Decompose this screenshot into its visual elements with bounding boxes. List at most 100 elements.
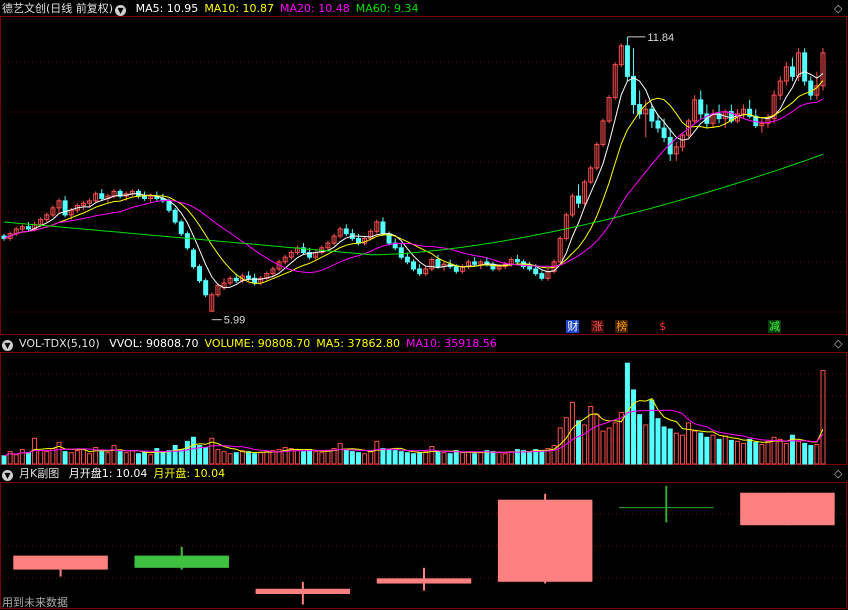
diamond-icon[interactable]: ◇ xyxy=(834,467,842,480)
volume-bar xyxy=(453,450,459,465)
candle-body xyxy=(190,249,196,268)
volume-bar xyxy=(337,442,343,465)
volume-bar xyxy=(502,453,508,465)
volume-bar xyxy=(576,420,582,465)
candle-body xyxy=(453,266,459,272)
volume-bar xyxy=(753,441,759,465)
volume-bar xyxy=(472,453,478,465)
monthly-indicator-name[interactable]: 月K副图 xyxy=(19,467,59,480)
candle-body xyxy=(624,45,630,77)
volume-bar xyxy=(386,449,392,465)
volume-bar xyxy=(747,438,753,465)
month-candle-body xyxy=(13,555,108,570)
volume-bar xyxy=(447,453,453,465)
volume-bar xyxy=(56,441,62,465)
volume-bar xyxy=(87,453,93,465)
volume-bar xyxy=(184,440,190,465)
event-tag[interactable]: 财 xyxy=(566,320,580,333)
event-tag[interactable]: $ xyxy=(658,320,668,333)
volume-bar xyxy=(142,451,148,465)
volume-bar xyxy=(655,418,661,465)
event-tag[interactable]: 涨 xyxy=(590,320,604,333)
volume-bar xyxy=(239,450,245,465)
candle-body xyxy=(25,226,31,230)
volume-bar xyxy=(759,443,765,465)
volume-bar xyxy=(796,440,802,465)
candle-body xyxy=(576,195,582,204)
chevron-down-icon[interactable]: ▼ xyxy=(115,5,127,16)
low-price-label: 5.99 xyxy=(224,315,245,327)
candle-body xyxy=(649,108,655,122)
high-price-label: 11.84 xyxy=(647,32,674,44)
monthly-value-label: 月开盘: 10.04 xyxy=(153,467,226,480)
candle-body xyxy=(514,259,520,263)
candle-body xyxy=(197,266,203,282)
stock-name[interactable]: 德艺文创(日线 前复权) xyxy=(2,2,113,15)
chevron-down-icon[interactable]: ▼ xyxy=(2,340,13,351)
volume-bar xyxy=(704,436,710,465)
volume-bar xyxy=(105,452,111,465)
candle-body xyxy=(698,99,704,115)
volume-bar xyxy=(362,453,368,465)
volume-bar xyxy=(203,447,209,465)
candle-body xyxy=(142,195,148,199)
volume-bar xyxy=(398,451,404,465)
diamond-icon[interactable]: ◇ xyxy=(834,337,842,350)
volume-bar xyxy=(679,434,685,465)
volume-bar xyxy=(245,451,251,465)
event-tag[interactable]: 榜 xyxy=(615,320,629,333)
volume-bar xyxy=(441,452,447,465)
candle-body xyxy=(245,275,251,279)
volume-bar xyxy=(539,450,545,465)
chevron-down-icon[interactable]: ▼ xyxy=(2,470,13,481)
monthly-panel-header: ▼ 月K副图 月开盘1: 10.04 月开盘: 10.04 xyxy=(2,466,237,482)
candle-body xyxy=(472,261,478,265)
candle-body xyxy=(527,266,533,270)
volume-bar xyxy=(62,451,68,465)
month-candle-body xyxy=(255,588,351,595)
volume-bar xyxy=(466,451,471,465)
volume-bar xyxy=(313,451,319,465)
volume-bar xyxy=(99,451,105,465)
candle-body xyxy=(184,233,190,249)
month-candle-body xyxy=(740,492,835,526)
volume-bar xyxy=(478,452,484,465)
volume-bar xyxy=(68,452,74,465)
ma-value-label: MA60: 9.34 xyxy=(355,2,419,15)
chart-canvas[interactable]: 11.84 5.99 xyxy=(0,0,848,610)
volume-bar xyxy=(13,454,19,465)
candle-body xyxy=(435,259,441,268)
volume-bar xyxy=(307,449,313,465)
main-panel-header: 德艺文创(日线 前复权) ▼ MA5: 10.95 MA10: 10.87 MA20:… xyxy=(2,1,430,17)
volume-bar xyxy=(808,444,814,465)
volume-bar xyxy=(44,451,50,465)
candle-body xyxy=(343,228,349,235)
volume-bar xyxy=(594,414,600,465)
volume-bar xyxy=(777,438,783,465)
volume-bar xyxy=(264,451,270,465)
volume-bar xyxy=(722,435,728,465)
volume-bar xyxy=(527,451,533,465)
candle-body xyxy=(655,120,661,129)
volume-bar xyxy=(178,449,184,465)
volume-indicator-name[interactable]: VOL-TDX(5,10) xyxy=(19,337,100,350)
candle-body xyxy=(203,280,209,296)
volume-bar xyxy=(25,452,31,465)
stock-chart-window: 11.84 5.99 德艺文创(日线 前复权) ▼ MA5: 10.95 MA10: … xyxy=(0,0,848,610)
diamond-icon[interactable]: ◇ xyxy=(834,2,842,15)
volume-bar xyxy=(19,449,25,465)
candle-body xyxy=(533,268,539,275)
volume-panel-header: ▼ VOL-TDX(5,10) VVOL: 90808.70 VOLUME: 908… xyxy=(2,336,509,352)
candle-body xyxy=(490,263,496,270)
volume-bar xyxy=(673,432,679,465)
volume-bar xyxy=(496,452,502,465)
candle-body xyxy=(404,256,410,263)
volume-value-label: MA5: 37862.80 xyxy=(316,337,400,350)
volume-bar xyxy=(123,452,129,465)
volume-bar xyxy=(129,450,135,465)
volume-bar xyxy=(368,451,374,465)
volume-bar xyxy=(716,438,722,465)
candle-body xyxy=(178,221,184,235)
event-tag[interactable]: 减 xyxy=(768,320,782,333)
volume-bar xyxy=(215,449,221,465)
